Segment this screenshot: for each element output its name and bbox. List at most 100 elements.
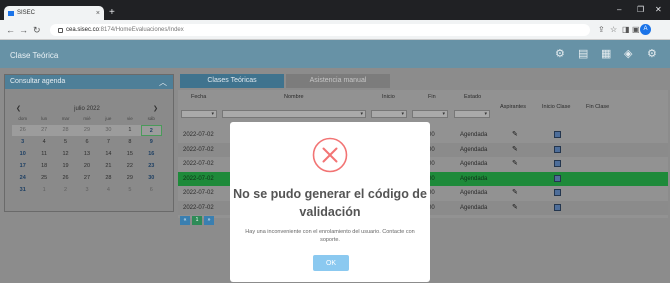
browser-tab[interactable]: SISEC × xyxy=(4,6,104,20)
calendar-icon[interactable] xyxy=(554,160,561,167)
calendar-day[interactable]: 13 xyxy=(76,149,97,160)
minimize-button[interactable]: – xyxy=(617,5,621,14)
calendar-day[interactable]: 28 xyxy=(98,173,119,184)
chevron-down-icon: ▾ xyxy=(360,111,363,117)
calendar-day[interactable]: 5 xyxy=(55,137,76,148)
filter-inicio[interactable]: ▾ xyxy=(371,110,407,118)
calendar-day[interactable]: 4 xyxy=(98,185,119,196)
profile-avatar[interactable]: A xyxy=(640,24,651,35)
calendar-day[interactable]: 3 xyxy=(76,185,97,196)
calendar-icon[interactable] xyxy=(554,189,561,196)
calendar-day[interactable]: 14 xyxy=(98,149,119,160)
calendar-month: julio 2022 xyxy=(74,106,100,112)
column-header-inicio-clase: Inicio Clase xyxy=(542,104,571,110)
agenda-panel-header[interactable]: Consultar agenda ︿ xyxy=(5,75,173,89)
column-header-inicio: Inicio xyxy=(382,94,395,100)
calendar-day[interactable]: 31 xyxy=(12,185,33,196)
calendar-day[interactable]: 28 xyxy=(54,125,77,136)
calendar-icon[interactable] xyxy=(554,203,561,211)
users-gear-icon[interactable]: ⚙ xyxy=(555,47,565,60)
page-1-button[interactable]: 1 xyxy=(192,216,202,225)
ok-button[interactable]: OK xyxy=(313,255,349,271)
calendar-day[interactable]: 5 xyxy=(119,185,140,196)
calendar-day[interactable]: 30 xyxy=(141,173,162,184)
bookmark-star-icon[interactable]: ☆ xyxy=(610,25,617,34)
calendar-day[interactable]: 27 xyxy=(33,125,55,136)
cell-fecha: 2022-07-02 xyxy=(183,175,214,182)
pencil-icon[interactable]: ✎ xyxy=(512,159,518,167)
calendar-day[interactable]: 2 xyxy=(55,185,76,196)
calendar-day[interactable]: 26 xyxy=(55,173,76,184)
calendar-icon[interactable] xyxy=(554,131,561,138)
shield-icon[interactable]: ◈ xyxy=(624,47,632,60)
calendar-day[interactable]: 29 xyxy=(76,125,98,136)
calendar-day[interactable]: 8 xyxy=(119,137,140,148)
reload-button[interactable]: ↻ xyxy=(33,25,41,36)
calendar-day[interactable]: 6 xyxy=(76,137,97,148)
calendar-day[interactable]: 16 xyxy=(141,149,162,160)
calendar-next-button[interactable]: ❯ xyxy=(153,105,158,112)
calendar-day[interactable]: 15 xyxy=(119,149,140,160)
pencil-icon[interactable]: ✎ xyxy=(512,130,518,138)
new-tab-button[interactable]: + xyxy=(109,8,115,18)
restore-button[interactable]: ❐ xyxy=(637,5,644,14)
cell-estado: Agendada xyxy=(460,190,488,196)
sidebar-icon[interactable]: ◨ xyxy=(622,25,630,34)
filter-fin[interactable]: ▾ xyxy=(412,110,448,118)
calendar-day[interactable]: 21 xyxy=(98,161,119,172)
filter-estado[interactable]: ▾ xyxy=(454,110,490,118)
calendar-day[interactable]: 29 xyxy=(119,173,140,184)
calendar-day[interactable]: 3 xyxy=(12,137,33,148)
tab-close-icon[interactable]: × xyxy=(96,10,100,17)
pencil-icon[interactable]: ✎ xyxy=(512,203,518,211)
calendar-day[interactable]: 27 xyxy=(76,173,97,184)
column-header-nombre: Nombre xyxy=(284,94,304,100)
calendar-day[interactable]: 25 xyxy=(33,173,54,184)
calendar-icon[interactable] xyxy=(554,174,561,182)
calendar-day[interactable]: 17 xyxy=(12,161,33,172)
calendar-day[interactable]: 9 xyxy=(141,137,162,148)
calendar-day[interactable]: 19 xyxy=(55,161,76,172)
calendar-day[interactable]: 7 xyxy=(98,137,119,148)
calendar-day[interactable]: 18 xyxy=(33,161,54,172)
cell-fecha: 2022-07-02 xyxy=(183,132,214,138)
calendar-day[interactable]: 11 xyxy=(33,149,54,160)
calendar-day[interactable]: 4 xyxy=(33,137,54,148)
calendar-day[interactable]: 30 xyxy=(97,125,120,136)
tab-clases-teoricas[interactable]: Clases Teóricas xyxy=(180,74,284,88)
page-next-button[interactable]: » xyxy=(204,216,214,225)
forward-button[interactable]: → xyxy=(19,25,28,35)
pencil-icon[interactable]: ✎ xyxy=(512,188,518,196)
extensions-icon[interactable]: ▣ xyxy=(632,25,640,34)
filter-nombre[interactable]: ▾ xyxy=(222,110,366,118)
calendar-day[interactable]: 2 xyxy=(140,125,162,136)
calendar-day[interactable]: 1 xyxy=(119,125,141,136)
calendar-day[interactable]: 22 xyxy=(119,161,140,172)
calendar: ❮ julio 2022 ❯ dom lun mar mié jue vie s… xyxy=(12,105,162,196)
calendar-day[interactable]: 10 xyxy=(12,149,33,160)
calendar-day[interactable]: 24 xyxy=(12,173,33,184)
column-header-aspirantes: Aspirantes xyxy=(500,104,526,110)
page-prev-button[interactable]: « xyxy=(180,216,190,225)
gear-icon[interactable]: ⚙ xyxy=(647,47,657,60)
calendar-icon[interactable]: ▦ xyxy=(601,47,611,60)
weekday-label: vie xyxy=(126,116,133,121)
calendar-icon[interactable] xyxy=(554,145,561,153)
chevron-up-icon[interactable]: ︿ xyxy=(159,77,167,88)
window-close-button[interactable]: ✕ xyxy=(655,5,662,14)
pencil-icon[interactable]: ✎ xyxy=(512,145,518,153)
tab-asistencia-manual[interactable]: Asistencia manual xyxy=(286,74,390,88)
address-bar[interactable]: cea.sisec.co:8174/HomeEvaluaciones/Index xyxy=(50,24,590,36)
back-button[interactable]: ← xyxy=(6,25,15,35)
browser-toolbar: ← → ↻ cea.sisec.co:8174/HomeEvaluaciones… xyxy=(0,20,670,40)
calendar-day[interactable]: 26 xyxy=(12,125,34,136)
calendar-grid: 26 27 28 29 30 1 2 3 4 5 6 7 8 9 10 11 12 13 14 15 16 17 18 19 2… xyxy=(12,125,162,196)
calendar-day[interactable]: 20 xyxy=(76,161,97,172)
book-icon[interactable]: ▤ xyxy=(578,47,588,60)
filter-fecha[interactable]: ▾ xyxy=(181,110,217,118)
share-icon[interactable]: ⇪ xyxy=(598,25,605,34)
calendar-day[interactable]: 1 xyxy=(33,185,54,196)
calendar-day[interactable]: 23 xyxy=(141,161,162,172)
calendar-day[interactable]: 6 xyxy=(141,185,162,196)
calendar-day[interactable]: 12 xyxy=(55,149,76,160)
